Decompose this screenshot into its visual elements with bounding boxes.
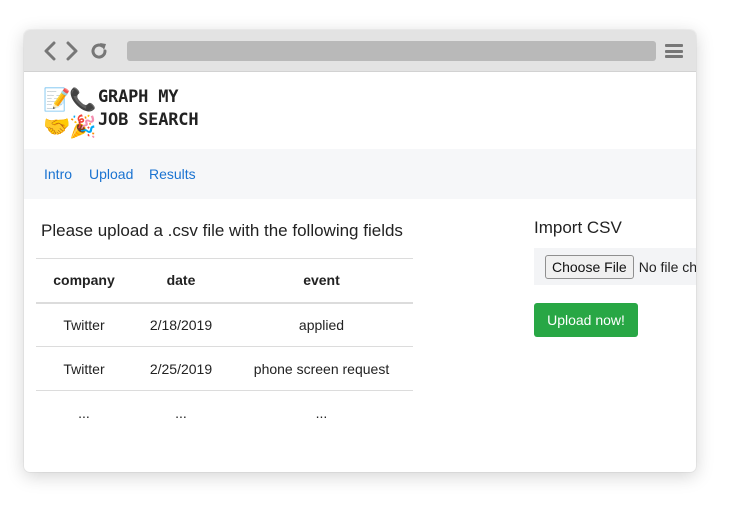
choose-file-button[interactable]: Choose File [545,254,634,279]
table-row: Twitter 2/18/2019 applied [36,302,413,347]
site-header: 📝 📞 🤝 🎉 GRAPH MY JOB SEARCH [24,73,696,149]
reload-button[interactable] [89,39,109,63]
table-cell: phone screen request [230,346,413,391]
table-cell: 2/25/2019 [132,346,230,391]
table-cell: 2/18/2019 [132,302,230,347]
brand-line-2: JOB SEARCH [98,110,199,130]
chevron-left-icon [44,41,56,61]
table-row: Twitter 2/25/2019 phone screen request [36,346,413,391]
nav-link-upload[interactable]: Upload [89,166,133,182]
phone-icon: 📞 [69,85,97,112]
memo-icon: 📝 [43,87,70,112]
nav-link-intro[interactable]: Intro [44,166,72,182]
hamburger-menu-icon [665,44,683,47]
file-input[interactable]: Choose File No file chosen [534,248,696,285]
reload-icon [91,43,107,59]
party-icon: 🎉 [69,114,96,139]
table-cell: Twitter [36,302,132,347]
browser-toolbar [24,30,696,72]
browser-window: 📝 📞 🤝 🎉 GRAPH MY JOB SEARCH Intro Upload… [24,30,696,472]
address-bar[interactable] [127,41,656,61]
table-cell: ... [230,390,413,435]
column-header-event: event [230,258,413,304]
brand-line-1: GRAPH MY [98,87,179,107]
nav-link-results[interactable]: Results [149,166,196,182]
logo[interactable]: 📝 📞 🤝 🎉 [41,83,97,139]
handshake-icon: 🤝 [43,114,70,139]
csv-fields-table: company date event Twitter 2/18/2019 app… [36,258,413,435]
instructions-text: Please upload a .csv file with the follo… [41,221,403,240]
navbar: Intro Upload Results [24,149,696,199]
browser-menu-button[interactable] [664,41,684,61]
import-csv-title: Import CSV [534,218,622,237]
table-row: ... ... ... [36,390,413,435]
column-header-company: company [36,258,132,304]
file-status-text: No file chosen [638,258,696,275]
brand-title[interactable]: GRAPH MY JOB SEARCH [98,86,199,132]
table-cell: ... [36,390,132,435]
chevron-right-icon [66,41,78,61]
table-cell: applied [230,302,413,347]
upload-now-button[interactable]: Upload now! [534,303,638,337]
table-header-row: company date event [36,258,413,304]
column-header-date: date [132,258,230,304]
table-cell: ... [132,390,230,435]
table-cell: Twitter [36,346,132,391]
back-button[interactable] [40,39,60,63]
forward-button[interactable] [62,39,82,63]
main-content: Please upload a .csv file with the follo… [24,199,696,472]
